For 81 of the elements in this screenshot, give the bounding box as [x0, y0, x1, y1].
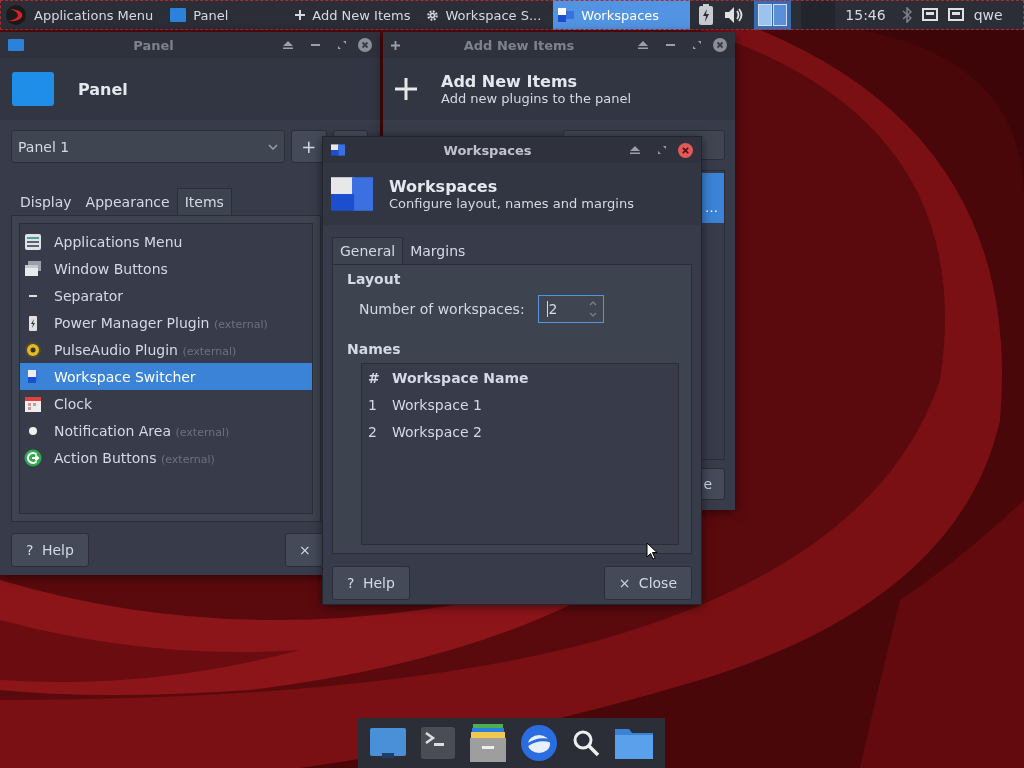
list-item[interactable]: Window Buttons — [20, 255, 312, 282]
maximize-icon[interactable] — [338, 41, 346, 49]
subheading: Add new plugins to the panel — [441, 91, 632, 106]
window-icon — [12, 72, 54, 106]
browser-icon[interactable] — [521, 725, 558, 761]
plus-icon — [391, 40, 400, 50]
window-icon — [8, 39, 24, 51]
separator-icon — [29, 294, 37, 297]
volume-icon[interactable] — [724, 6, 745, 24]
tab[interactable]: Appearance — [78, 189, 177, 215]
taskbar-button[interactable]: Panel — [165, 0, 237, 30]
search-icon[interactable] — [572, 729, 601, 757]
heading: Add New Items — [441, 72, 579, 91]
clock[interactable]: 15:46 — [845, 7, 886, 23]
bluetooth-icon[interactable] — [901, 7, 912, 23]
table-cell-text: 1 — [367, 396, 378, 413]
applications-menu-button[interactable]: Applications Menu — [0, 0, 162, 30]
calendar-icon — [24, 394, 42, 413]
folder-icon[interactable] — [615, 727, 654, 759]
window-title: Add New Items — [462, 37, 576, 53]
close-icon[interactable] — [678, 142, 693, 158]
window-title: Workspaces — [442, 142, 533, 158]
table-cell-text: 2 — [367, 423, 378, 440]
field-label: Number of workspaces: — [359, 301, 525, 317]
list-item[interactable]: Separator — [20, 282, 312, 309]
table-cell-text: Workspace 1 — [391, 396, 482, 413]
section-label: Names — [347, 341, 402, 357]
speaker-icon — [24, 340, 42, 359]
terminal-icon[interactable] — [420, 727, 455, 759]
archive-icon[interactable] — [469, 724, 506, 762]
network-icon[interactable] — [921, 8, 938, 22]
workspaces-icon — [558, 8, 575, 22]
taskbar-button[interactable]: Workspace S... — [422, 0, 550, 30]
battery-icon[interactable] — [698, 4, 715, 26]
column-header[interactable]: # — [362, 369, 390, 386]
add-button[interactable]: + — [291, 130, 327, 163]
shade-icon[interactable] — [638, 41, 648, 49]
shade-icon[interactable] — [630, 146, 640, 154]
chevron-icon — [268, 143, 279, 150]
tab[interactable]: Margins — [403, 238, 473, 264]
maximize-icon[interactable] — [658, 146, 666, 154]
gear-icon — [427, 9, 439, 21]
window-icon — [170, 8, 187, 22]
panel-dropdown[interactable]: Panel 1 — [11, 130, 286, 163]
help-button[interactable]: ? Help — [11, 533, 89, 567]
taskbar-button[interactable]: Add New Items — [290, 0, 419, 30]
workspaces-icon — [28, 370, 38, 383]
list-item[interactable]: Clock — [20, 390, 312, 417]
cursor-icon — [646, 542, 658, 560]
network-icon[interactable] — [947, 8, 964, 22]
section-label: Layout — [347, 271, 402, 287]
stepper-icon[interactable] — [588, 300, 597, 318]
menu-list-icon — [24, 232, 42, 251]
tab[interactable]: General — [332, 237, 404, 264]
user-name[interactable]: qwe — [973, 7, 1003, 23]
list-item[interactable]: Workspace Switcher — [20, 363, 312, 390]
tab[interactable]: Display — [13, 189, 79, 215]
subheading: Configure layout, names and margins — [389, 196, 634, 211]
logo-icon — [5, 4, 27, 26]
windows-icon — [24, 259, 42, 278]
close-button[interactable]: × — [285, 533, 325, 567]
heading: Panel — [78, 79, 128, 99]
window-title: Panel — [132, 37, 175, 53]
close-icon[interactable] — [358, 38, 372, 52]
maximize-icon[interactable] — [693, 41, 701, 49]
tab[interactable]: Items — [176, 188, 232, 215]
plus-icon — [295, 10, 306, 20]
table-cell-text: Workspace 2 — [391, 423, 482, 440]
desktop-icon[interactable] — [369, 728, 406, 758]
close-button[interactable]: × Close — [603, 566, 692, 600]
workspaces-icon — [331, 143, 345, 157]
column-header[interactable]: Workspace Name — [390, 369, 529, 386]
list-item[interactable]: Applications Menu — [20, 228, 312, 255]
heading: Workspaces — [389, 177, 499, 196]
spin-field[interactable]: 2 — [537, 295, 604, 323]
workspace-switcher[interactable] — [754, 0, 792, 30]
shade-icon[interactable] — [283, 41, 293, 49]
logout-icon — [24, 448, 42, 467]
close-icon[interactable] — [713, 38, 727, 52]
plus-icon — [395, 78, 417, 100]
help-button[interactable]: ? Help — [332, 566, 410, 600]
